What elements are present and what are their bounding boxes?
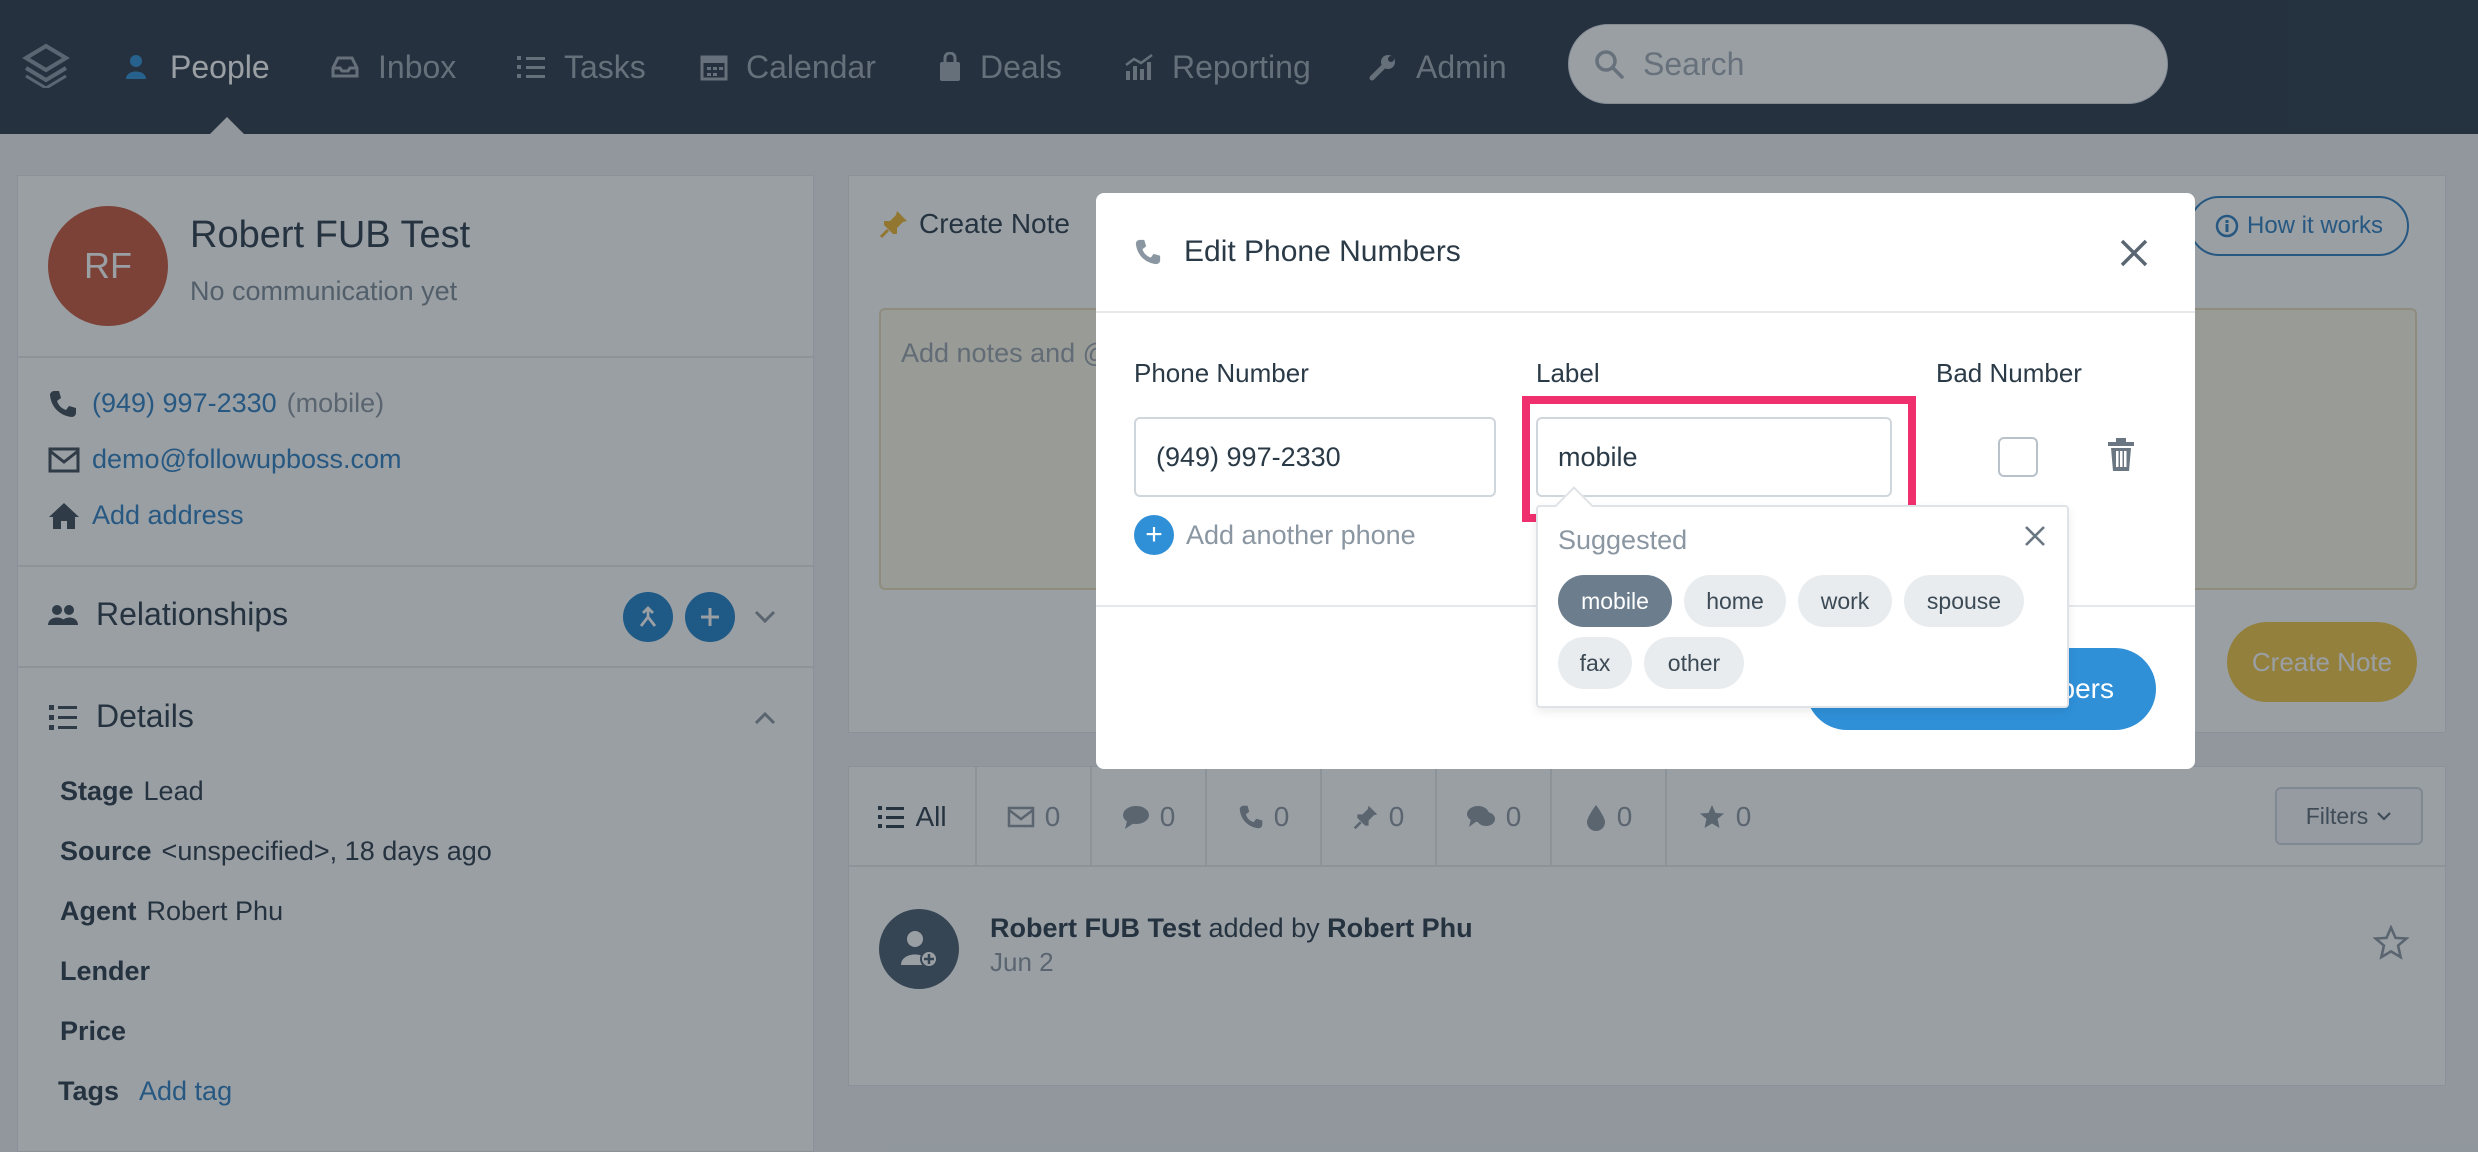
label-suggestions-popover: Suggested mobile home work spouse fax ot… bbox=[1536, 486, 2069, 708]
suggestion-chip-fax[interactable]: fax bbox=[1558, 637, 1632, 689]
plus-icon: + bbox=[1134, 515, 1174, 555]
close-icon[interactable] bbox=[2118, 237, 2150, 269]
add-another-phone-label: Add another phone bbox=[1186, 519, 1416, 550]
suggestion-chip-home[interactable]: home bbox=[1684, 575, 1786, 627]
trash-icon[interactable] bbox=[2106, 437, 2136, 473]
suggestion-chip-other[interactable]: other bbox=[1644, 637, 1744, 689]
suggestions-title: Suggested bbox=[1558, 525, 1688, 555]
suggestion-chip-mobile[interactable]: mobile bbox=[1558, 575, 1672, 627]
phone-number-field[interactable]: (949) 997-2330 bbox=[1134, 417, 1496, 497]
bad-number-checkbox[interactable] bbox=[1998, 437, 2038, 477]
phone-icon bbox=[1135, 239, 1161, 265]
modal-header: Edit Phone Numbers bbox=[1096, 193, 2195, 313]
phone-number-column-label: Phone Number bbox=[1134, 358, 1309, 388]
close-icon[interactable] bbox=[2022, 523, 2048, 549]
modal-title: Edit Phone Numbers bbox=[1184, 235, 1461, 268]
bad-number-column-label: Bad Number bbox=[1936, 358, 2082, 388]
suggestion-chip-work[interactable]: work bbox=[1798, 575, 1892, 627]
label-column-label: Label bbox=[1536, 358, 1600, 388]
add-another-phone-button[interactable]: + Add another phone bbox=[1134, 515, 1416, 555]
suggestion-chip-spouse[interactable]: spouse bbox=[1904, 575, 2024, 627]
